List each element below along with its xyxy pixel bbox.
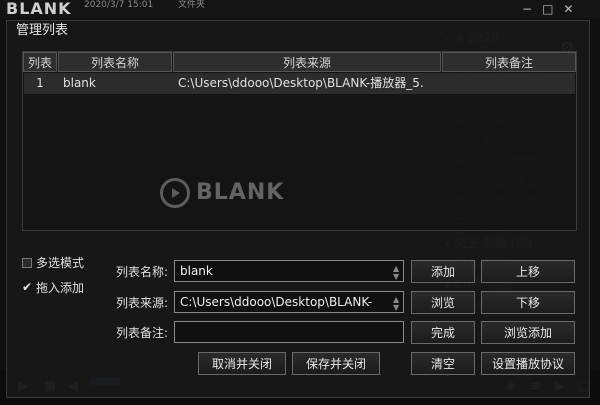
maximize-icon[interactable]: □ — [542, 2, 553, 16]
dialog-title: 管理列表 — [16, 23, 69, 38]
multi-select-checkbox[interactable] — [22, 258, 32, 268]
column-header-source[interactable]: 列表来源 — [173, 52, 441, 72]
column-header-name[interactable]: 列表名称 — [58, 52, 172, 72]
browse-button[interactable]: 浏览 — [411, 291, 475, 314]
player-datetime: 2020/3/7 15:01 — [84, 0, 154, 10]
row-note — [447, 73, 575, 93]
window-controls: − □ ✕ — [522, 2, 596, 16]
add-button[interactable]: 添加 — [411, 260, 475, 283]
row-index: 1 — [36, 76, 44, 90]
watermark-text: BLANK — [196, 180, 285, 205]
done-button[interactable]: 完成 — [411, 321, 475, 344]
minimize-icon[interactable]: − — [522, 2, 532, 16]
move-down-button[interactable]: 下移 — [481, 291, 575, 314]
row-name: blank — [63, 76, 96, 90]
drag-add-checkbox[interactable]: ✔ — [22, 280, 32, 294]
column-header-index[interactable]: 列表 — [23, 52, 57, 72]
note-input[interactable] — [174, 321, 404, 343]
clear-button[interactable]: 清空 — [411, 352, 475, 375]
name-spinner-icon[interactable]: ▲ ▼ — [393, 265, 399, 281]
drag-add-label: 拖入添加 — [36, 281, 85, 295]
save-close-button[interactable]: 保存并关闭 — [292, 352, 380, 375]
source-spinner-icon[interactable]: ▲ ▼ — [393, 296, 399, 312]
cancel-close-button[interactable]: 取消并关闭 — [198, 352, 286, 375]
row-source: C:\Users\ddooo\Desktop\BLANK-播放器_5. — [178, 76, 424, 90]
close-icon[interactable]: ✕ — [563, 2, 573, 16]
column-header-note[interactable]: 列表备注 — [442, 52, 576, 72]
set-protocol-button[interactable]: 设置播放协议 — [481, 352, 575, 375]
browse-add-button[interactable]: 浏览添加 — [481, 321, 575, 344]
watermark-logo: BLANK — [160, 178, 284, 208]
player-logo: BLANK — [6, 0, 72, 18]
name-label: 列表名称: — [116, 265, 169, 279]
play-logo-icon — [160, 178, 190, 208]
note-label: 列表备注: — [116, 326, 169, 340]
move-up-button[interactable]: 上移 — [481, 260, 575, 283]
multi-select-label: 多选模式 — [36, 256, 85, 270]
source-label: 列表来源: — [116, 296, 169, 310]
source-input[interactable] — [174, 291, 404, 313]
name-input[interactable] — [174, 260, 404, 282]
player-folder-label: 文件夹 — [178, 0, 206, 10]
